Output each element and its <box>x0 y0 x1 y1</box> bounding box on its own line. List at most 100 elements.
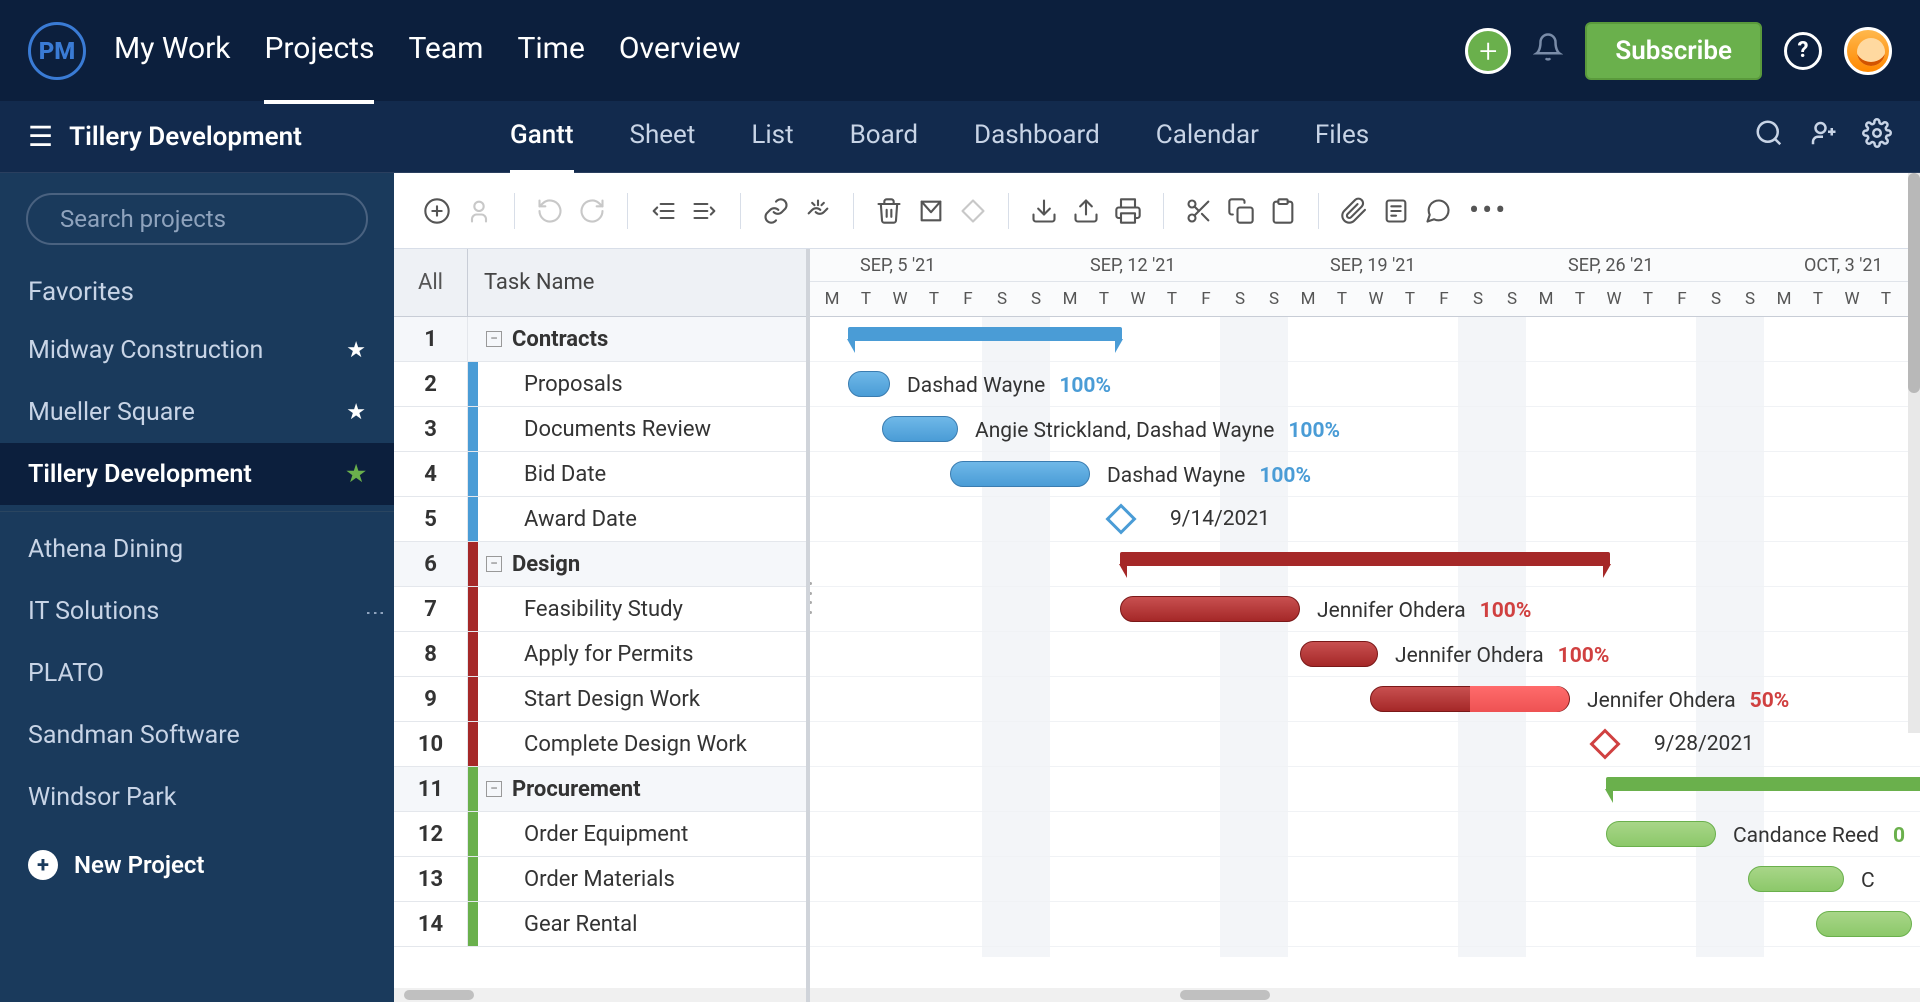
gantt-task-bar[interactable]: Dashad Wayne100% <box>848 371 890 397</box>
export-icon[interactable] <box>1067 192 1105 230</box>
task-name-cell: Feasibility Study <box>478 597 806 622</box>
table-row[interactable]: 4Bid Date <box>394 452 806 497</box>
tab-list[interactable]: List <box>751 100 793 174</box>
gantt-task-bar[interactable]: Jennifer Ohdera100% <box>1300 641 1378 667</box>
milestone-icon[interactable] <box>1589 728 1620 759</box>
nav-projects[interactable]: Projects <box>264 0 374 104</box>
gantt-task-bar[interactable]: Jennifer Ohdera50% <box>1370 686 1570 712</box>
print-icon[interactable] <box>1109 192 1147 230</box>
attachment-icon[interactable] <box>1335 192 1373 230</box>
nav-team[interactable]: Team <box>408 0 483 104</box>
table-row[interactable]: 7Feasibility Study <box>394 587 806 632</box>
gantt-task-bar[interactable]: Candance Reed0 <box>1606 821 1716 847</box>
table-row[interactable]: 12Order Equipment <box>394 812 806 857</box>
add-button[interactable]: + <box>1465 28 1511 74</box>
gantt-summary-bar[interactable] <box>848 327 1122 341</box>
more-icon[interactable]: ••• <box>1461 193 1516 228</box>
table-row[interactable]: 13Order Materials <box>394 857 806 902</box>
nav-overview[interactable]: Overview <box>619 0 741 104</box>
collapse-icon[interactable]: − <box>486 556 502 572</box>
collapse-icon[interactable]: − <box>486 331 502 347</box>
right-vscroll[interactable] <box>1908 173 1920 733</box>
sidebar-item-mueller-square[interactable]: Mueller Square★ <box>0 381 394 443</box>
table-row[interactable]: 3Documents Review <box>394 407 806 452</box>
collapse-icon[interactable]: − <box>486 781 502 797</box>
nav-time[interactable]: Time <box>517 0 584 104</box>
table-row[interactable]: 6−Design <box>394 542 806 587</box>
notes-icon[interactable] <box>1377 192 1415 230</box>
add-user-icon[interactable] <box>1808 118 1838 155</box>
gantt-task-bar[interactable]: Jennifer Ohdera100% <box>1120 596 1300 622</box>
timeline-hscroll[interactable] <box>810 988 1920 1002</box>
menu-icon[interactable]: ☰ <box>28 120 53 153</box>
tab-calendar[interactable]: Calendar <box>1156 100 1259 174</box>
sidebar-item-athena-dining[interactable]: Athena Dining <box>0 518 394 580</box>
comment-icon[interactable] <box>1419 192 1457 230</box>
sidebar-item-midway-construction[interactable]: Midway Construction★ <box>0 319 394 381</box>
settings-icon[interactable] <box>1862 118 1892 155</box>
timeline-days: MTWTFSSMTWTFSSMTWTFSSMTWTFSSMTWTF <box>810 281 1920 317</box>
sidebar-item-sandman-software[interactable]: Sandman Software <box>0 704 394 766</box>
new-project-button[interactable]: + New Project <box>0 828 394 902</box>
task-name: Order Equipment <box>524 822 688 847</box>
tab-board[interactable]: Board <box>850 100 918 174</box>
star-icon[interactable]: ★ <box>346 462 366 487</box>
user-avatar[interactable] <box>1844 27 1892 75</box>
bar-assignee: Jennifer Ohdera <box>1317 599 1466 623</box>
star-icon[interactable]: ★ <box>346 338 366 363</box>
right-vscroll-thumb[interactable] <box>1908 173 1920 393</box>
grid-hscroll[interactable] <box>394 988 806 1002</box>
paste-icon[interactable] <box>1264 192 1302 230</box>
cut-icon[interactable] <box>1180 192 1218 230</box>
add-task-icon[interactable] <box>418 192 456 230</box>
help-icon[interactable]: ? <box>1784 32 1822 70</box>
table-row[interactable]: 5Award Date <box>394 497 806 542</box>
timeline-body[interactable]: Dashad Wayne100% Angie Strickland, Dashad… <box>810 317 1920 957</box>
table-row[interactable]: 11−Procurement <box>394 767 806 812</box>
search-box[interactable] <box>26 193 368 245</box>
gantt-summary-bar[interactable] <box>1120 552 1610 566</box>
table-row[interactable]: 8Apply for Permits <box>394 632 806 677</box>
nav-my-work[interactable]: My Work <box>114 0 230 104</box>
table-row[interactable]: 10Complete Design Work <box>394 722 806 767</box>
delete-icon[interactable] <box>870 192 908 230</box>
sidebar-item-plato[interactable]: PLATO <box>0 642 394 704</box>
timeline-hscroll-thumb[interactable] <box>1180 990 1270 1000</box>
unlink-icon[interactable] <box>799 192 837 230</box>
subscribe-button[interactable]: Subscribe <box>1585 22 1762 80</box>
tab-sheet[interactable]: Sheet <box>630 100 696 174</box>
indent-icon[interactable] <box>686 192 724 230</box>
gantt-task-bar[interactable]: C <box>1748 866 1844 892</box>
grid-hscroll-thumb[interactable] <box>404 990 474 1000</box>
table-row[interactable]: 2Proposals <box>394 362 806 407</box>
search-icon[interactable] <box>1754 118 1784 155</box>
table-row[interactable]: 1−Contracts <box>394 317 806 362</box>
logo[interactable]: PM <box>28 22 86 80</box>
link-icon[interactable] <box>757 192 795 230</box>
sidebar-item-tillery-development[interactable]: Tillery Development★ <box>0 443 394 505</box>
search-input[interactable] <box>60 205 371 233</box>
col-name-header[interactable]: Task Name <box>468 249 806 316</box>
gantt-task-bar[interactable]: Dashad Wayne100% <box>950 461 1090 487</box>
envelope-icon[interactable] <box>912 192 950 230</box>
gantt-task-bar[interactable] <box>1816 911 1912 937</box>
table-row[interactable]: 14Gear Rental <box>394 902 806 947</box>
gantt-task-bar[interactable]: Angie Strickland, Dashad Wayne100% <box>882 416 958 442</box>
col-all-header[interactable]: All <box>394 249 468 316</box>
milestone-icon[interactable] <box>1105 503 1136 534</box>
sidebar-item-windsor-park[interactable]: Windsor Park <box>0 766 394 828</box>
tab-dashboard[interactable]: Dashboard <box>974 100 1100 174</box>
day-label: S <box>1500 289 1524 309</box>
import-icon[interactable] <box>1025 192 1063 230</box>
tab-gantt[interactable]: Gantt <box>510 100 574 174</box>
outdent-icon[interactable] <box>644 192 682 230</box>
copy-icon[interactable] <box>1222 192 1260 230</box>
notifications-icon[interactable] <box>1533 32 1563 70</box>
bar-assignee: C <box>1861 869 1875 893</box>
gantt-summary-bar[interactable] <box>1606 777 1920 791</box>
sidebar-resize-handle[interactable]: ⋮ <box>364 603 388 623</box>
sidebar-item-it-solutions[interactable]: IT Solutions <box>0 580 394 642</box>
tab-files[interactable]: Files <box>1315 100 1369 174</box>
table-row[interactable]: 9Start Design Work <box>394 677 806 722</box>
star-icon[interactable]: ★ <box>346 400 366 425</box>
